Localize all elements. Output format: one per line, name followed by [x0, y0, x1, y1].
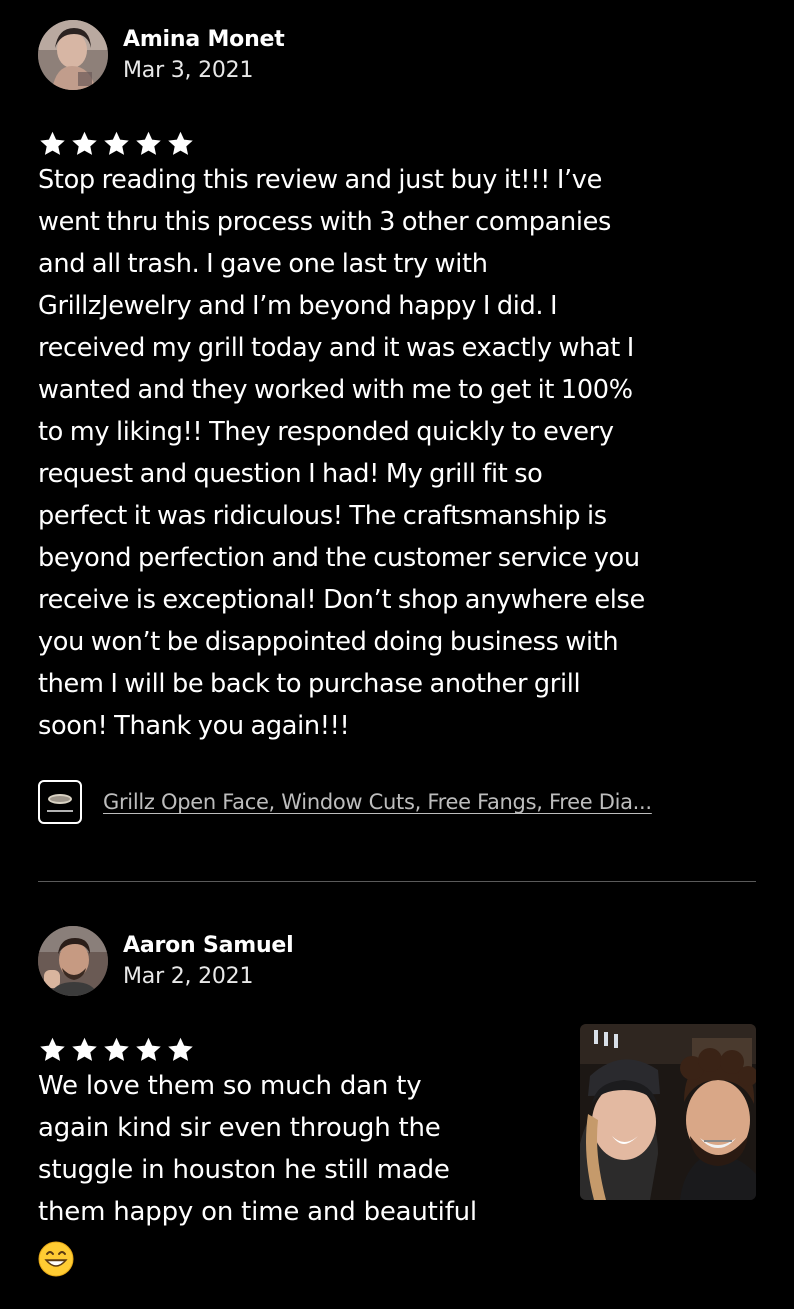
review-text: We love them so much dan ty again kind s… — [38, 1071, 477, 1227]
review-text: Stop reading this review and just buy it… — [38, 165, 645, 741]
star-icon — [136, 1037, 161, 1061]
star-icon — [40, 1037, 65, 1061]
listing-link-row[interactable]: Grillz Open Face, Window Cuts, Free Fang… — [38, 778, 756, 826]
listing-thumbnail[interactable] — [38, 780, 82, 824]
star-icon — [40, 131, 65, 155]
star-icon — [136, 131, 161, 155]
review-author-row: Amina Monet Mar 3, 2021 — [38, 20, 756, 90]
grinning-face-emoji-icon — [38, 1241, 74, 1277]
review-date: Mar 2, 2021 — [123, 964, 254, 989]
user-avatar[interactable] — [38, 926, 108, 996]
review-author-row: Aaron Samuel Mar 2, 2021 — [38, 926, 756, 996]
star-icon — [168, 131, 193, 155]
grillz-thumbnail-icon — [47, 794, 73, 812]
star-icon — [104, 1037, 129, 1061]
review-photo[interactable] — [580, 1024, 756, 1200]
star-rating — [38, 1036, 548, 1064]
user-avatar[interactable] — [38, 20, 108, 90]
listing-title-link[interactable]: Grillz Open Face, Window Cuts, Free Fang… — [103, 790, 652, 814]
star-rating — [38, 130, 756, 158]
star-icon — [72, 1037, 97, 1061]
author-name[interactable]: Amina Monet — [123, 24, 285, 56]
star-icon — [104, 131, 129, 155]
avatar-photo-icon — [38, 926, 108, 996]
review-photo-icon — [580, 1024, 756, 1200]
review-divider — [38, 881, 756, 882]
avatar-photo-icon — [38, 20, 108, 90]
star-icon — [168, 1037, 193, 1061]
star-icon — [72, 131, 97, 155]
review-card: Aaron Samuel Mar 2, 2021 We love them so… — [38, 926, 756, 1277]
author-name[interactable]: Aaron Samuel — [123, 930, 294, 962]
review-date: Mar 3, 2021 — [123, 58, 254, 83]
review-card: Amina Monet Mar 3, 2021 Stop reading thi… — [38, 20, 756, 826]
